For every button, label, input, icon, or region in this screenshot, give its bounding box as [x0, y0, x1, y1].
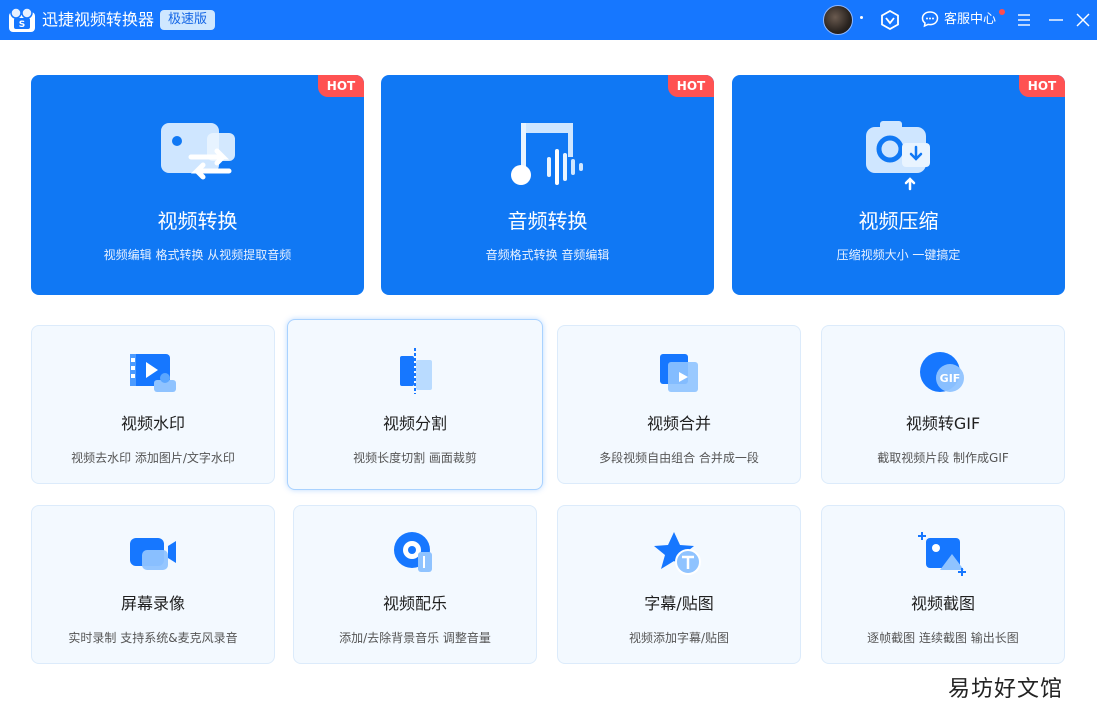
minimize-icon[interactable] [1046, 10, 1066, 30]
tool-title: 视频合并 [646, 414, 711, 433]
site-watermark: 易坊好文馆 [948, 677, 1064, 702]
svg-text:S: S [19, 20, 25, 30]
tool-card-subtitle-sticker[interactable]: 字幕/贴图 视频添加字幕/贴图 [557, 505, 801, 664]
tool-card-video-screenshot[interactable]: 视频截图 逐帧截图 连续截图 输出长图 [821, 505, 1065, 664]
tool-desc: 视频添加字幕/贴图 [628, 631, 730, 645]
feature-card-video-convert[interactable]: HOT 视频转换 视频编辑 格式转换 从视频提取音频 [31, 75, 364, 295]
tool-card-screen-record[interactable]: 屏幕录像 实时录制 支持系统&麦克风录音 [31, 505, 275, 664]
feature-title: 视频压缩 [858, 209, 939, 233]
user-avatar[interactable] [823, 5, 853, 35]
app-logo-icon: S [9, 7, 35, 32]
screen-record-icon [130, 538, 176, 570]
split-icon [400, 348, 432, 394]
hot-badge: HOT [668, 75, 714, 97]
video-convert-icon [161, 123, 235, 180]
app-title: 迅捷视频转换器 [42, 10, 155, 29]
feature-desc: 视频编辑 格式转换 从视频提取音频 [103, 248, 292, 262]
tool-card-video-merge[interactable]: 视频合并 多段视频自由组合 合并成一段 [557, 325, 801, 484]
tool-card-video-to-gif[interactable]: GIF 视频转GIF 截取视频片段 制作成GIF [821, 325, 1065, 484]
watermark-icon [130, 354, 176, 392]
menu-icon[interactable] [1014, 10, 1034, 30]
chat-icon [921, 11, 939, 28]
music-disc-icon [394, 532, 432, 572]
feature-desc: 压缩视频大小 一键搞定 [836, 248, 961, 262]
avatar-dot [860, 16, 863, 19]
subtitle-star-icon [654, 532, 701, 575]
tool-title: 视频截图 [910, 594, 975, 613]
edition-badge: 极速版 [160, 10, 216, 30]
title-bar: S 迅捷视频转换器 极速版 客服中心 [0, 0, 1097, 40]
tool-desc: 多段视频自由组合 合并成一段 [599, 451, 759, 465]
notification-dot [999, 9, 1005, 15]
tool-card-video-split[interactable]: 视频分割 视频长度切割 画面裁剪 [287, 319, 543, 490]
tool-title: 视频水印 [120, 414, 185, 433]
feature-title: 视频转换 [157, 209, 238, 233]
tool-title: 屏幕录像 [120, 594, 185, 613]
tool-desc: 截取视频片段 制作成GIF [877, 451, 1009, 465]
screenshot-icon [918, 532, 966, 576]
hot-badge: HOT [1019, 75, 1065, 97]
merge-icon [660, 354, 698, 392]
gif-icon-text: GIF [940, 372, 961, 385]
tool-title: 视频分割 [382, 414, 447, 433]
tool-desc: 视频长度切割 画面裁剪 [353, 451, 477, 465]
tool-desc: 视频去水印 添加图片/文字水印 [71, 451, 235, 465]
tool-card-video-watermark[interactable]: 视频水印 视频去水印 添加图片/文字水印 [31, 325, 275, 484]
vip-icon[interactable] [880, 10, 900, 30]
tool-title: 视频转GIF [905, 414, 981, 433]
tool-desc: 添加/去除背景音乐 调整音量 [339, 631, 491, 645]
tool-title: 视频配乐 [382, 594, 447, 613]
camera-compress-icon [866, 121, 930, 191]
tool-desc: 逐帧截图 连续截图 输出长图 [867, 631, 1019, 645]
tool-card-video-music[interactable]: 视频配乐 添加/去除背景音乐 调整音量 [293, 505, 537, 664]
customer-service-label: 客服中心 [944, 12, 997, 27]
tool-desc: 实时录制 支持系统&麦克风录音 [68, 631, 238, 645]
hot-badge: HOT [318, 75, 364, 97]
feature-card-video-compress[interactable]: HOT 视频压缩 压缩视频大小 一键搞定 [732, 75, 1065, 295]
music-icon [511, 123, 583, 185]
feature-title: 音频转换 [507, 209, 588, 233]
close-icon[interactable] [1073, 10, 1093, 30]
feature-desc: 音频格式转换 音频编辑 [485, 248, 610, 262]
feature-card-audio-convert[interactable]: HOT 音频转换 音频格式转换 音频编辑 [381, 75, 714, 295]
gif-icon: GIF [920, 352, 964, 392]
tool-title: 字幕/贴图 [644, 594, 714, 613]
